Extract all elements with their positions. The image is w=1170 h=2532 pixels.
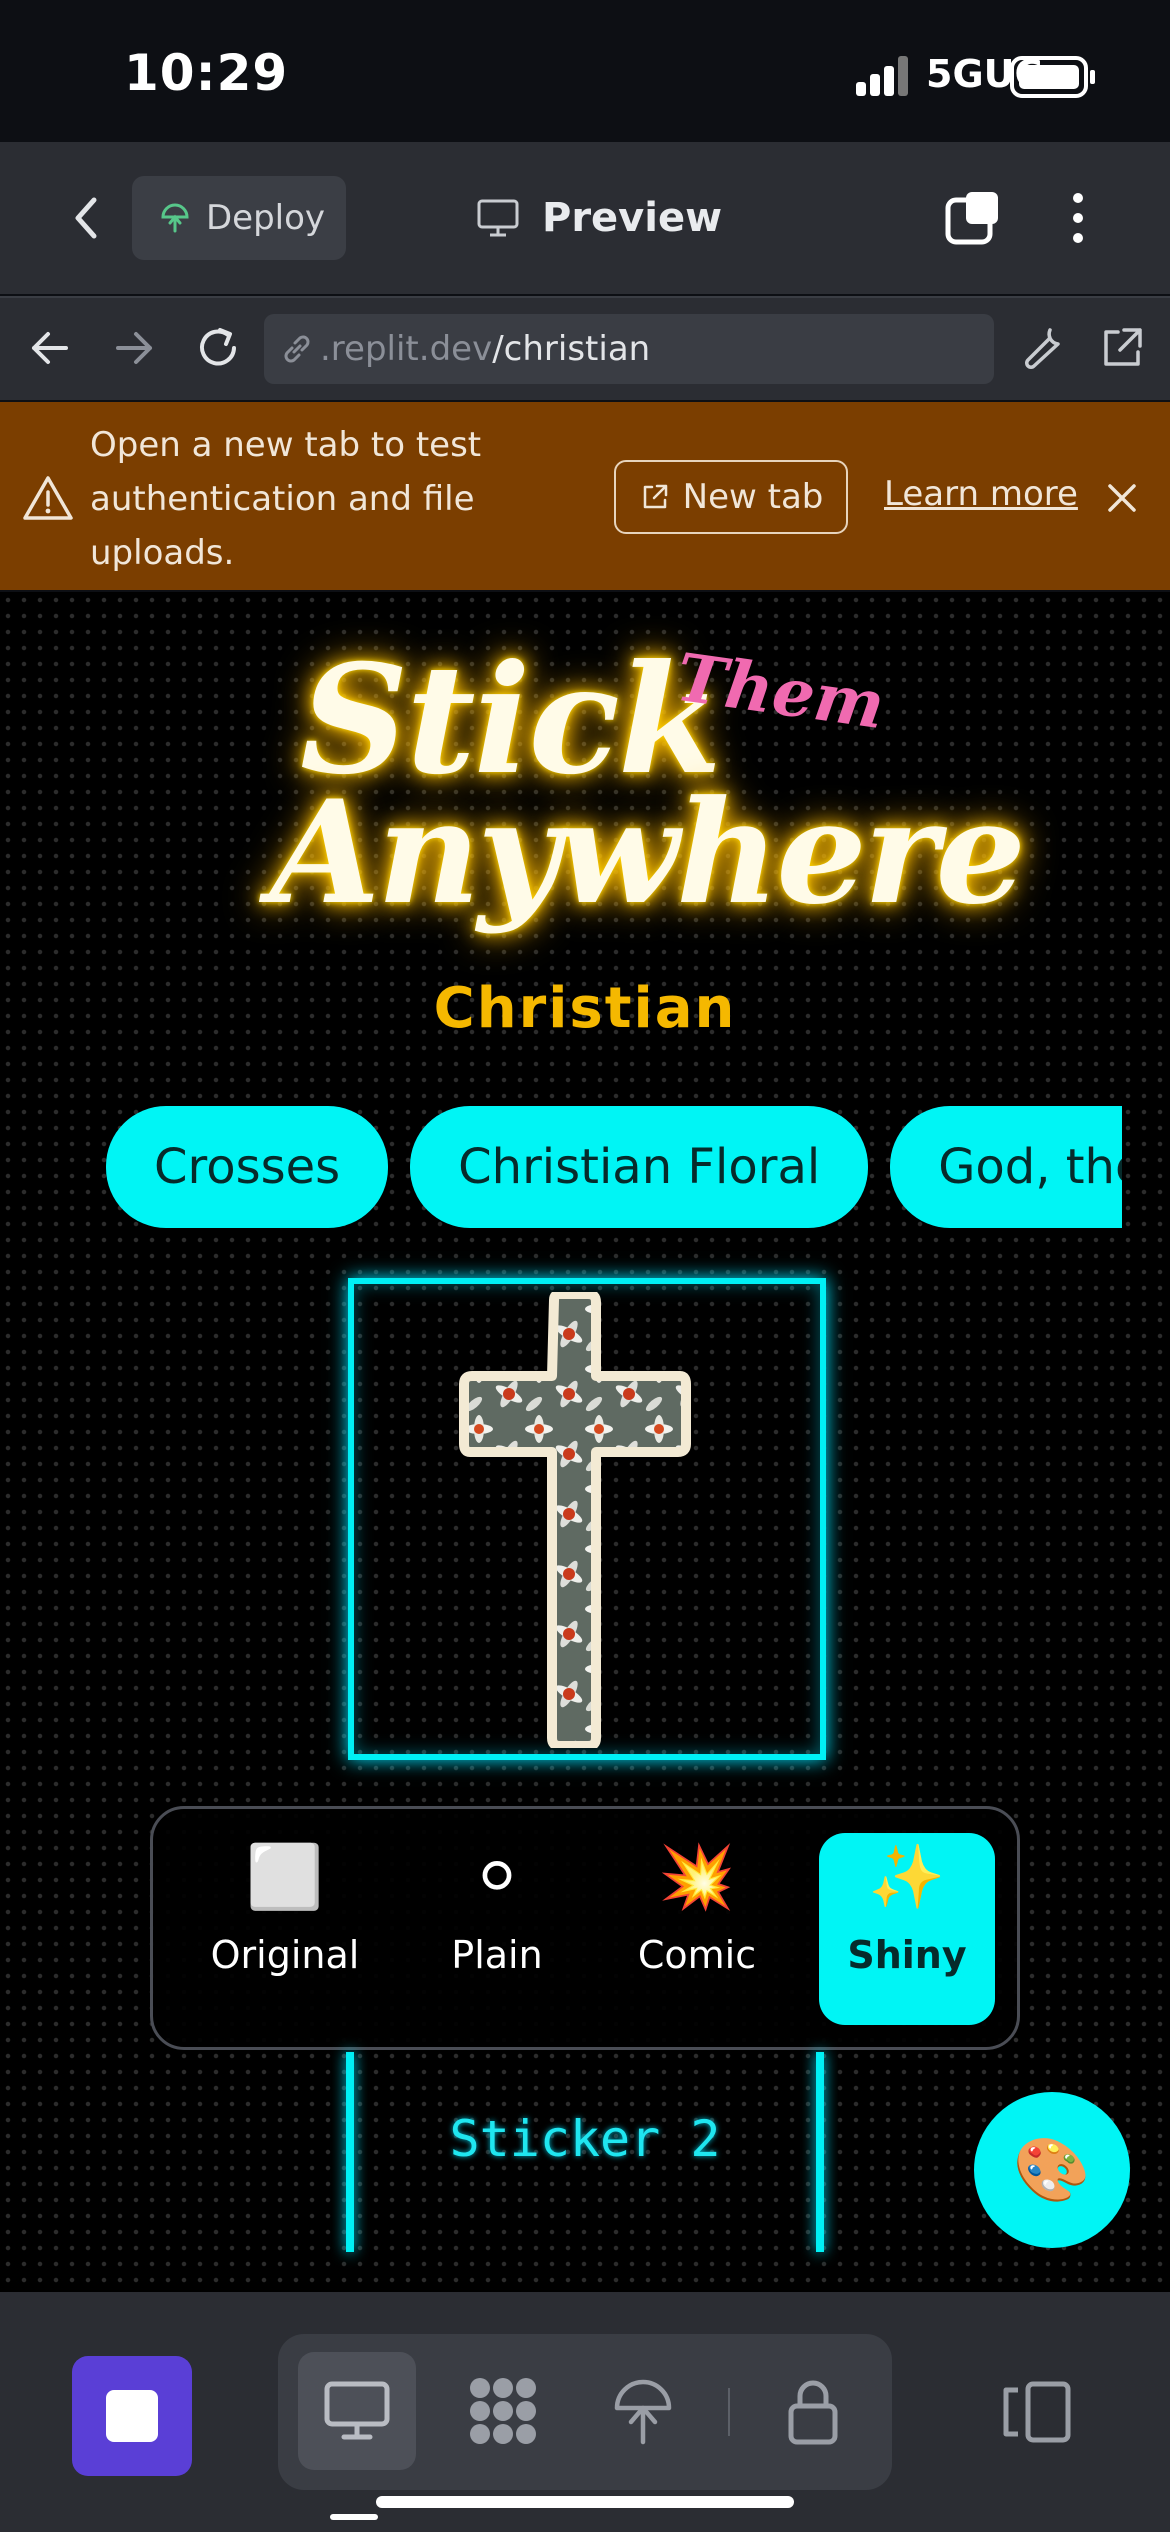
more-vertical-icon[interactable] <box>1060 188 1096 248</box>
close-icon[interactable] <box>1102 478 1142 518</box>
style-label: Shiny <box>847 1933 967 1977</box>
title-anywhere: Anywhere <box>270 770 1026 936</box>
chip-christian-floral[interactable]: Christian Floral <box>410 1106 869 1228</box>
stop-button[interactable] <box>72 2356 192 2476</box>
plain-icon: ⚪ <box>471 1840 523 1913</box>
style-label: Comic <box>637 1933 757 1977</box>
deploy-icon <box>614 2379 672 2445</box>
info-banner: Open a new tab to test authentication an… <box>0 402 1170 590</box>
apps-grid-icon <box>470 2378 536 2444</box>
link-icon <box>284 335 310 363</box>
tabs-icon[interactable] <box>944 188 1004 248</box>
app-viewport: Stick Them Anywhere Christian Crosses Chr… <box>0 592 1170 2292</box>
new-tab-label: New tab <box>682 477 824 517</box>
monitor-icon <box>324 2381 390 2440</box>
category-subtitle: Christian <box>433 976 737 1041</box>
original-icon: ⬜ <box>246 1840 324 1913</box>
status-bar: 10:29 5GUC <box>0 0 1170 142</box>
preview-title: Preview <box>476 186 722 250</box>
style-label: Plain <box>451 1933 543 1977</box>
tool-apps[interactable] <box>444 2352 562 2470</box>
palette-icon: 🎨 <box>1013 2133 1091 2206</box>
style-option-original[interactable]: ⬜ Original <box>197 1833 373 2025</box>
url-path: /christian <box>492 329 651 369</box>
url-input[interactable]: .replit.dev/christian <box>264 314 994 384</box>
chip-crosses[interactable]: Crosses <box>106 1106 389 1228</box>
url-host: .replit.dev <box>320 329 493 369</box>
palette-button[interactable]: 🎨 <box>974 2092 1130 2248</box>
style-label: Original <box>210 1933 360 1977</box>
battery-tip <box>1090 70 1095 84</box>
style-selector: ⬜ Original ⚪ Plain 💥 Comic ✨ Shiny <box>150 1806 1020 2050</box>
deploy-icon <box>161 203 189 233</box>
external-link-icon <box>643 484 667 509</box>
sparkles-icon: ✨ <box>868 1840 946 1913</box>
tool-divider <box>728 2388 730 2436</box>
deploy-button[interactable]: Deploy <box>132 176 346 260</box>
tool-secrets[interactable] <box>754 2352 872 2470</box>
banner-message: Open a new tab to test authentication an… <box>90 425 482 573</box>
chip-god[interactable]: God, the <box>890 1106 1122 1228</box>
floral-cross-sticker[interactable] <box>444 1292 704 1748</box>
chevron-left-icon[interactable] <box>58 188 118 248</box>
home-indicator <box>376 2496 794 2508</box>
deploy-label: Deploy <box>206 198 326 238</box>
tool-preview[interactable] <box>298 2352 416 2470</box>
wrench-icon[interactable] <box>1016 320 1072 376</box>
battery-icon <box>1010 56 1088 98</box>
arrow-left-icon[interactable] <box>22 320 78 376</box>
sticker-card[interactable] <box>348 1278 826 1760</box>
style-option-shiny[interactable]: ✨ Shiny <box>819 1833 995 2025</box>
comic-icon: 💥 <box>658 1840 736 1913</box>
status-time: 10:29 <box>124 44 289 102</box>
monitor-icon <box>477 199 519 237</box>
bottom-toolbar <box>0 2292 1170 2532</box>
style-option-comic[interactable]: 💥 Comic <box>609 1833 785 2025</box>
category-chips: CrossesChristian FloralGod, the <box>106 1106 1122 1228</box>
learn-more-link[interactable]: Learn more <box>884 474 1078 514</box>
style-option-plain[interactable]: ⚪ Plain <box>409 1833 585 2025</box>
app-header: Deploy Preview <box>0 142 1170 294</box>
home-indicator-mark <box>330 2514 378 2520</box>
tool-deploy[interactable] <box>584 2352 702 2470</box>
lock-icon <box>788 2380 838 2445</box>
external-link-icon[interactable] <box>1094 320 1150 376</box>
warning-icon <box>23 476 73 520</box>
url-bar: .replit.dev/christian <box>0 296 1170 400</box>
panel-toggle-icon[interactable] <box>1000 2380 1072 2444</box>
new-tab-button[interactable]: New tab <box>614 460 848 534</box>
tool-group <box>278 2334 892 2490</box>
arrow-right-icon[interactable] <box>106 320 162 376</box>
signal-strength-icon <box>856 56 910 96</box>
preview-label: Preview <box>542 195 723 241</box>
reload-icon[interactable] <box>190 320 246 376</box>
